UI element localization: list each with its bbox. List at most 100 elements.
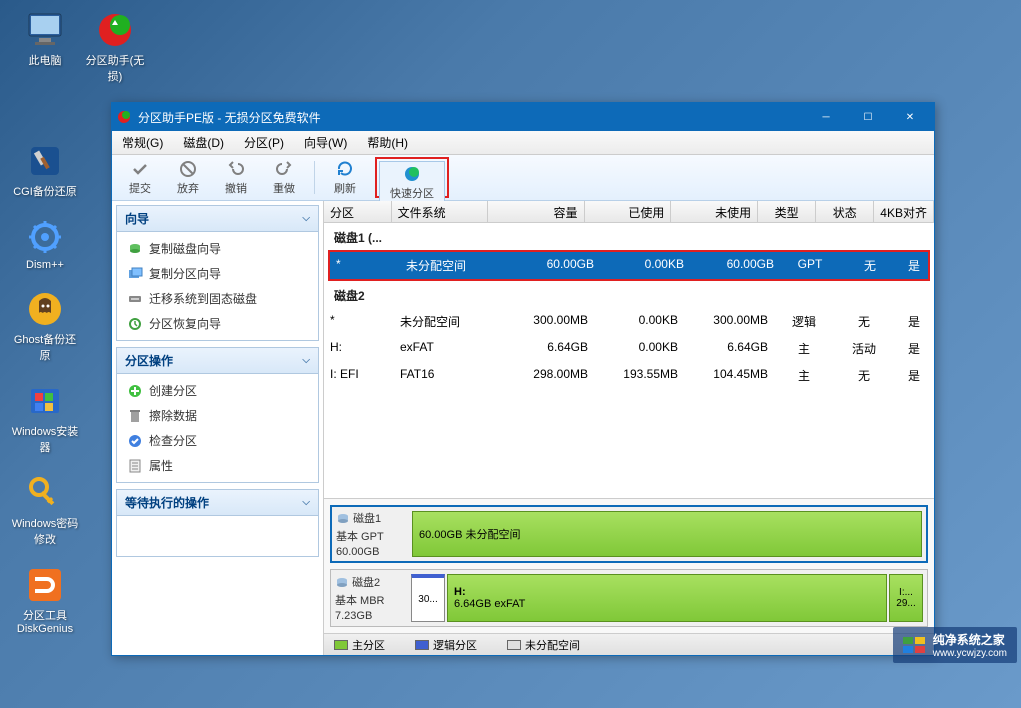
col-free[interactable]: 未使用 <box>671 201 758 222</box>
watermark-text: 纯净系统之家 www.ycwjzy.com <box>933 631 1007 659</box>
ops-panel: 分区操作⌵ 创建分区 擦除数据 检查分区 属性 <box>116 347 319 483</box>
op-wipe-data[interactable]: 擦除数据 <box>119 403 316 428</box>
title-bar[interactable]: 分区助手PE版 - 无损分区免费软件 ─ ☐ ✕ <box>112 103 934 131</box>
desktop-icon-label: CGI备份还原 <box>13 183 77 199</box>
legend-unalloc: 未分配空间 <box>507 637 580 653</box>
desktop-icon-label: 分区工具DiskGenius <box>10 607 80 635</box>
desktop-icon-label: 分区助手(无损) <box>80 52 150 84</box>
pending-panel-header[interactable]: 等待执行的操作⌵ <box>117 490 318 516</box>
desktop-icon-ghost[interactable]: Ghost备份还原 <box>10 289 80 363</box>
collapse-icon: ⌵ <box>302 355 310 366</box>
col-align[interactable]: 4KB对齐 <box>874 201 934 222</box>
col-type[interactable]: 类型 <box>758 201 816 222</box>
pending-panel: 等待执行的操作⌵ <box>116 489 319 557</box>
discard-icon <box>178 159 198 179</box>
menu-wizard[interactable]: 向导(W) <box>294 131 357 154</box>
wizard-panel-body: 复制磁盘向导 复制分区向导 迁移系统到固态磁盘 分区恢复向导 <box>117 232 318 340</box>
refresh-icon <box>335 159 355 179</box>
op-properties[interactable]: 属性 <box>119 453 316 478</box>
disk2-info: 磁盘2 基本 MBR 7.23GB <box>335 574 407 622</box>
wizard-panel-header[interactable]: 向导⌵ <box>117 206 318 232</box>
toolbar-separator <box>314 161 315 194</box>
disk-copy-icon <box>127 241 143 257</box>
disk-icon <box>335 576 349 590</box>
disk2-part-unalloc[interactable]: 30... <box>411 574 445 622</box>
disk1-visual[interactable]: 磁盘1 基本 GPT 60.00GB 60.00GB 未分配空间 <box>330 505 928 563</box>
table-row[interactable]: * 未分配空间 300.00MB 0.00KB 300.00MB 逻辑 无 是 <box>324 308 934 335</box>
properties-icon <box>127 458 143 474</box>
left-panel: 向导⌵ 复制磁盘向导 复制分区向导 迁移系统到固态磁盘 分区恢复向导 分区操作⌵… <box>112 201 324 655</box>
table-header: 分区 文件系统 容量 已使用 未使用 类型 状态 4KB对齐 <box>324 201 934 223</box>
redo-button[interactable]: 重做 <box>262 155 306 200</box>
disk2-part-i[interactable]: I:... 29... <box>889 574 923 622</box>
undo-icon <box>226 159 246 179</box>
refresh-button[interactable]: 刷新 <box>323 155 367 200</box>
col-partition[interactable]: 分区 <box>324 201 392 222</box>
check-icon <box>130 159 150 179</box>
legend-primary: 主分区 <box>334 637 385 653</box>
discard-button[interactable]: 放弃 <box>166 155 210 200</box>
desktop-icon-cgi[interactable]: CGI备份还原 <box>10 141 80 199</box>
disk1-label[interactable]: 磁盘1 (... <box>324 223 934 250</box>
op-check-partition[interactable]: 检查分区 <box>119 428 316 453</box>
collapse-icon: ⌵ <box>302 497 310 508</box>
desktop-icon-winpass[interactable]: Windows密码修改 <box>10 473 80 547</box>
maximize-button[interactable]: ☐ <box>848 105 888 129</box>
legend-swatch-unalloc <box>507 640 521 650</box>
desktop-icon-thispc[interactable]: 此电脑 <box>10 10 80 68</box>
window-controls: ─ ☐ ✕ <box>806 105 930 129</box>
monitor-icon <box>25 10 65 50</box>
wipe-icon <box>127 408 143 424</box>
wizard-copy-partition[interactable]: 复制分区向导 <box>119 261 316 286</box>
menu-general[interactable]: 常规(G) <box>112 131 173 154</box>
table-row[interactable]: I: EFI FAT16 298.00MB 193.55MB 104.45MB … <box>324 362 934 389</box>
col-filesystem[interactable]: 文件系统 <box>392 201 488 222</box>
op-create-partition[interactable]: 创建分区 <box>119 378 316 403</box>
wizard-copy-disk[interactable]: 复制磁盘向导 <box>119 236 316 261</box>
desktop-icon-partassist[interactable]: 分区助手(无损) <box>80 10 150 84</box>
disk2-label[interactable]: 磁盘2 <box>324 281 934 308</box>
commit-button[interactable]: 提交 <box>118 155 162 200</box>
window-title: 分区助手PE版 - 无损分区免费软件 <box>138 109 806 126</box>
col-capacity[interactable]: 容量 <box>488 201 584 222</box>
desktop-icon-dism[interactable]: Dism++ <box>10 217 80 271</box>
disk2-part-h[interactable]: H: 6.64GB exFAT <box>447 574 887 622</box>
app-window: 分区助手PE版 - 无损分区免费软件 ─ ☐ ✕ 常规(G) 磁盘(D) 分区(… <box>111 102 935 656</box>
main-area: 向导⌵ 复制磁盘向导 复制分区向导 迁移系统到固态磁盘 分区恢复向导 分区操作⌵… <box>112 201 934 655</box>
menu-help[interactable]: 帮助(H) <box>357 131 418 154</box>
desktop-icon-diskgenius[interactable]: 分区工具DiskGenius <box>10 565 80 635</box>
wizard-migrate-ssd[interactable]: 迁移系统到固态磁盘 <box>119 286 316 311</box>
disk-icon <box>336 512 350 526</box>
menu-bar: 常规(G) 磁盘(D) 分区(P) 向导(W) 帮助(H) <box>112 131 934 155</box>
legend-swatch-primary <box>334 640 348 650</box>
undo-button[interactable]: 撤销 <box>214 155 258 200</box>
menu-partition[interactable]: 分区(P) <box>234 131 294 154</box>
legend-bar: 主分区 逻辑分区 未分配空间 <box>324 633 934 655</box>
ops-panel-header[interactable]: 分区操作⌵ <box>117 348 318 374</box>
app-icon <box>116 109 132 125</box>
desktop-icon-wininstall[interactable]: Windows安装器 <box>10 381 80 455</box>
right-panel: 分区 文件系统 容量 已使用 未使用 类型 状态 4KB对齐 磁盘1 (... … <box>324 201 934 655</box>
disk1-info: 磁盘1 基本 GPT 60.00GB <box>336 511 408 557</box>
toolbar: 提交 放弃 撤销 重做 刷新 快速分区 <box>112 155 934 201</box>
close-button[interactable]: ✕ <box>890 105 930 129</box>
pending-panel-body <box>117 516 318 556</box>
table-row[interactable]: H: exFAT 6.64GB 0.00KB 6.64GB 主 活动 是 <box>324 335 934 362</box>
legend-swatch-logical <box>415 640 429 650</box>
wizard-recover-partition[interactable]: 分区恢复向导 <box>119 311 316 336</box>
quickpart-button[interactable]: 快速分区 <box>379 161 445 204</box>
disk2-visual[interactable]: 磁盘2 基本 MBR 7.23GB 30... H: 6.64GB exFAT … <box>330 569 928 627</box>
installer-icon <box>25 381 65 421</box>
recover-icon <box>127 316 143 332</box>
gear-icon <box>25 217 65 257</box>
menu-disk[interactable]: 磁盘(D) <box>173 131 234 154</box>
wizard-panel: 向导⌵ 复制磁盘向导 复制分区向导 迁移系统到固态磁盘 分区恢复向导 <box>116 205 319 341</box>
disk-visual-area: 磁盘1 基本 GPT 60.00GB 60.00GB 未分配空间 磁盘2 基本 … <box>324 498 934 633</box>
watermark: 纯净系统之家 www.ycwjzy.com <box>893 627 1017 663</box>
disk1-unallocated[interactable]: 60.00GB 未分配空间 <box>412 511 922 557</box>
desktop-icon-label: Windows安装器 <box>10 423 80 455</box>
col-status[interactable]: 状态 <box>816 201 874 222</box>
col-used[interactable]: 已使用 <box>585 201 672 222</box>
table-row[interactable]: * 未分配空间 60.00GB 0.00KB 60.00GB GPT 无 是 <box>330 252 928 279</box>
minimize-button[interactable]: ─ <box>806 105 846 129</box>
